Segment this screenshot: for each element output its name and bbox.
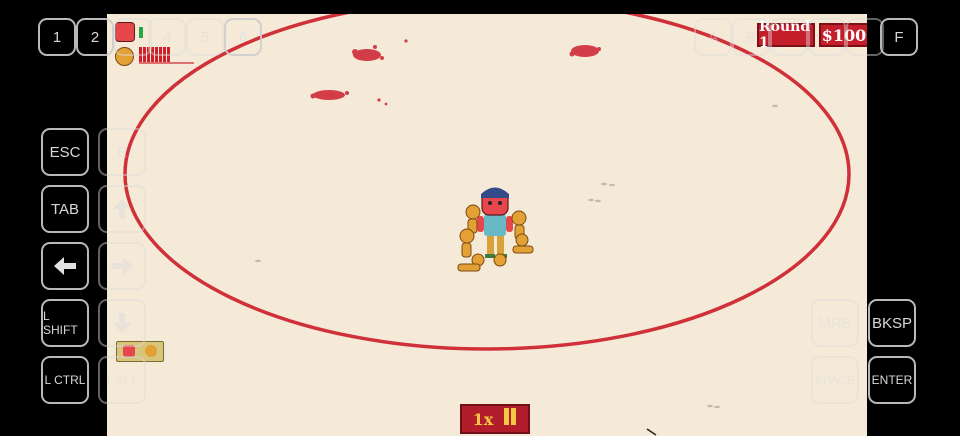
key-5[interactable]: 5 bbox=[186, 18, 224, 56]
e-key[interactable]: E bbox=[98, 128, 146, 176]
tab-key[interactable]: TAB bbox=[41, 185, 89, 233]
arrow-down-key[interactable] bbox=[98, 299, 146, 347]
footprint-marks bbox=[255, 104, 778, 409]
space-key[interactable]: SPACE bbox=[811, 356, 859, 404]
key-1[interactable]: 1 bbox=[38, 18, 76, 56]
speed-label[interactable]: 1x bbox=[473, 410, 494, 429]
esc-key[interactable]: ESC bbox=[41, 128, 89, 176]
mouse-cursor-icon bbox=[646, 428, 657, 436]
arrow-up-icon bbox=[113, 199, 131, 219]
arrow-down-icon bbox=[113, 313, 131, 333]
key-b[interactable]: B bbox=[732, 18, 770, 56]
mrb-key[interactable]: MRB bbox=[811, 299, 859, 347]
speed-control[interactable]: 1x bbox=[460, 404, 530, 434]
key-3[interactable] bbox=[114, 18, 152, 56]
key-a[interactable]: A bbox=[694, 18, 732, 56]
blood-splat bbox=[310, 39, 408, 106]
key-c[interactable] bbox=[770, 18, 808, 56]
key-f[interactable]: F bbox=[880, 18, 918, 56]
key-2[interactable]: 2 bbox=[76, 18, 114, 56]
blood-splat bbox=[352, 45, 384, 61]
arrow-left-icon bbox=[54, 257, 76, 275]
bksp-key[interactable]: BKSP bbox=[868, 299, 916, 347]
arrow-left-key[interactable] bbox=[41, 242, 89, 290]
arena-ring bbox=[123, 14, 851, 351]
key-e-top[interactable] bbox=[846, 18, 884, 56]
arrow-right-icon bbox=[111, 257, 133, 275]
arena-graphics bbox=[123, 14, 851, 409]
lctrl-key[interactable]: L CTRL bbox=[41, 356, 89, 404]
lalt-key[interactable]: L ALT bbox=[98, 356, 146, 404]
enter-key[interactable]: ENTER bbox=[868, 356, 916, 404]
lshift-key[interactable]: L SHIFT bbox=[41, 299, 89, 347]
arrow-right-key[interactable] bbox=[98, 242, 146, 290]
arrow-up-key[interactable] bbox=[98, 185, 146, 233]
inventory-minion-icon bbox=[145, 345, 157, 357]
player-character bbox=[477, 187, 513, 258]
key-4[interactable]: 4 bbox=[148, 18, 186, 56]
pause-icon[interactable] bbox=[503, 408, 517, 430]
minion-count-bar-underline bbox=[139, 62, 194, 64]
blood-splat bbox=[569, 45, 601, 57]
key-d[interactable] bbox=[808, 18, 846, 56]
key-6[interactable]: 6 bbox=[224, 18, 262, 56]
game-arena[interactable]: Round 1 $100 bbox=[107, 14, 867, 436]
